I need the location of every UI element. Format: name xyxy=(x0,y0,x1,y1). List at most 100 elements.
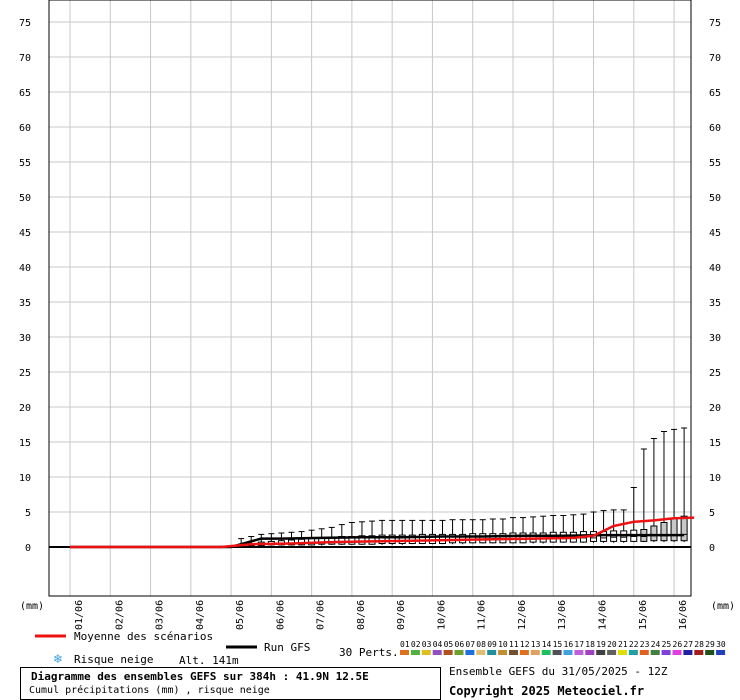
y-tick-label-right: 25 xyxy=(709,368,721,379)
pert-swatch xyxy=(400,650,409,655)
y-tick-label-right: 65 xyxy=(709,88,721,99)
perts-label: 30 Perts. xyxy=(339,646,399,659)
snowflake-icon: ❄ xyxy=(53,652,63,665)
y-axis-unit-left: (mm) xyxy=(20,601,44,612)
y-tick-label-left: 25 xyxy=(19,368,31,379)
x-tick-label: 01/06 xyxy=(74,600,85,630)
plot-area xyxy=(48,0,692,597)
x-tick-label: 02/06 xyxy=(114,600,125,630)
y-tick-label-right: 45 xyxy=(709,228,721,239)
pert-swatch xyxy=(650,650,660,655)
pert-swatch xyxy=(476,650,486,655)
pert-number: 22 xyxy=(629,640,639,649)
y-tick-label-right: 5 xyxy=(709,508,715,519)
pert-number: 24 xyxy=(651,640,661,649)
y-tick-label-left: 75 xyxy=(19,18,31,29)
y-tick-label-right: 55 xyxy=(709,158,721,169)
pert-swatch xyxy=(487,650,497,655)
pert-number: 25 xyxy=(662,640,672,649)
pert-number: 07 xyxy=(465,640,475,649)
pert-swatch xyxy=(574,650,584,655)
pert-number: 20 xyxy=(607,640,617,649)
y-tick-label-right: 75 xyxy=(709,18,721,29)
pert-number: 17 xyxy=(574,640,584,649)
x-tick-label: 13/06 xyxy=(557,600,568,630)
pert-number: 11 xyxy=(509,640,519,649)
pert-swatch xyxy=(498,650,508,655)
box xyxy=(680,515,688,542)
pert-swatch xyxy=(618,650,627,655)
x-tick-label: 09/06 xyxy=(396,600,407,630)
pert-swatch xyxy=(465,650,475,655)
pert-swatch xyxy=(683,650,693,655)
pert-swatch xyxy=(694,650,704,655)
pert-swatch xyxy=(596,650,606,655)
y-tick-label-right: 20 xyxy=(709,403,721,414)
copyright: Copyright 2025 Meteociel.fr xyxy=(449,684,645,698)
y-tick-label-right: 30 xyxy=(709,333,721,344)
box xyxy=(670,518,678,542)
y-axis-unit-right: (mm) xyxy=(711,601,735,612)
pert-number: 19 xyxy=(596,640,606,649)
x-tick-label: 05/06 xyxy=(235,600,246,630)
pert-swatch xyxy=(421,650,431,655)
y-tick-label-right: 10 xyxy=(709,473,721,484)
pert-number: 05 xyxy=(444,640,454,649)
pert-swatch xyxy=(541,650,551,655)
pert-swatch xyxy=(672,650,682,655)
chart-title: Diagramme des ensembles GEFS sur 384h : … xyxy=(31,670,369,683)
pert-swatch xyxy=(410,650,420,655)
y-tick-label-right: 35 xyxy=(709,298,721,309)
pert-number: 04 xyxy=(433,640,443,649)
legend-mean-label: Moyenne des scénarios xyxy=(74,630,213,643)
pert-swatch xyxy=(639,650,649,655)
pert-swatch xyxy=(716,650,726,655)
x-tick-label: 12/06 xyxy=(517,600,528,630)
pert-swatch xyxy=(563,650,573,655)
y-tick-label-left: 55 xyxy=(19,158,31,169)
y-tick-label-left: 35 xyxy=(19,298,31,309)
pert-swatch xyxy=(628,650,638,655)
legend-snow-label: Risque neige xyxy=(74,653,153,665)
pert-swatch xyxy=(454,650,464,655)
pert-swatch xyxy=(585,650,595,655)
y-tick-label-left: 20 xyxy=(19,403,31,414)
altitude-label: Alt. 141m xyxy=(179,654,239,665)
y-tick-label-left: 10 xyxy=(19,473,31,484)
y-tick-label-left: 30 xyxy=(19,333,31,344)
pert-number: 18 xyxy=(585,640,595,649)
y-tick-label-left: 40 xyxy=(19,263,31,274)
footer-title-box: Diagramme des ensembles GEFS sur 384h : … xyxy=(20,667,441,700)
y-tick-label-left: 50 xyxy=(19,193,31,204)
pert-number: 12 xyxy=(520,640,530,649)
x-tick-label: 06/06 xyxy=(275,600,286,630)
x-tick-label: 15/06 xyxy=(638,600,649,630)
y-tick-label-right: 15 xyxy=(709,438,721,449)
box xyxy=(650,525,658,542)
pert-swatch xyxy=(509,650,518,655)
pert-swatch xyxy=(432,650,442,655)
x-tick-label: 11/06 xyxy=(477,600,488,630)
pert-swatch xyxy=(519,650,529,655)
pert-number: 14 xyxy=(542,640,552,649)
pert-number: 03 xyxy=(422,640,432,649)
pert-number: 01 xyxy=(400,640,410,649)
x-tick-label: 04/06 xyxy=(195,600,206,630)
y-tick-label-right: 50 xyxy=(709,193,721,204)
x-tick-label: 08/06 xyxy=(356,600,367,630)
pert-number: 29 xyxy=(705,640,715,649)
y-tick-label-left: 0 xyxy=(25,543,31,554)
x-tick-label: 07/06 xyxy=(316,600,327,630)
pert-number: 10 xyxy=(498,640,508,649)
box xyxy=(469,533,477,544)
legend-run-label: Run GFS xyxy=(264,641,310,654)
x-tick-label: 14/06 xyxy=(598,600,609,630)
x-tick-label: 16/06 xyxy=(678,600,689,630)
pert-number: 28 xyxy=(694,640,704,649)
pert-swatch xyxy=(607,650,617,655)
box xyxy=(660,522,668,542)
pert-number: 23 xyxy=(640,640,650,649)
pert-number: 02 xyxy=(411,640,421,649)
x-tick-label: 10/06 xyxy=(436,600,447,630)
y-tick-label-right: 60 xyxy=(709,123,721,134)
